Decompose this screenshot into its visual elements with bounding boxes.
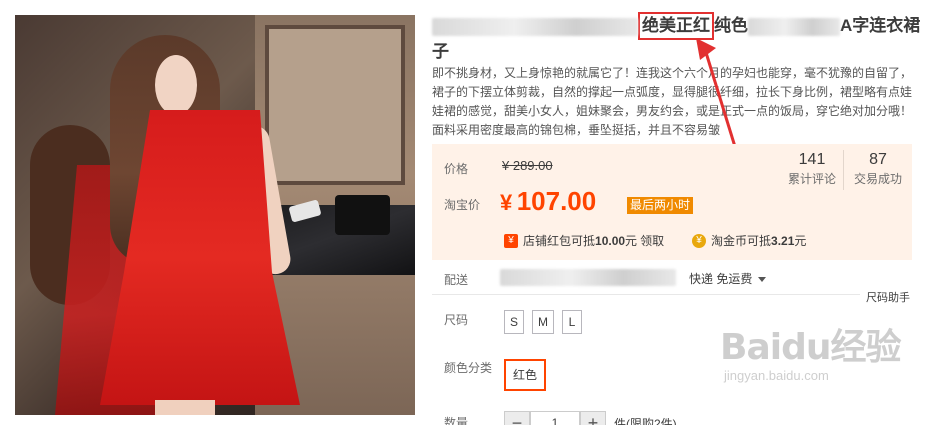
- color-option-red[interactable]: 红色: [504, 359, 546, 391]
- deals-stat: 87 交易成功: [848, 150, 908, 187]
- shop-coupon-text: 店铺红包可抵: [523, 234, 596, 248]
- red-envelope-icon: ¥: [504, 233, 518, 248]
- shipping-label: 配送: [444, 273, 469, 287]
- caret-down-icon: [758, 277, 767, 283]
- divider: [432, 294, 860, 295]
- baidu-jingyan-watermark: Baidu经验 jingyan.baidu.com: [720, 318, 920, 398]
- blurred-title-prefix: [432, 17, 638, 36]
- deals-count: 87: [869, 151, 887, 168]
- promo-tag: 最后两小时: [627, 197, 694, 214]
- original-price: ¥ 289.00: [502, 158, 553, 173]
- size-option-m[interactable]: M: [532, 310, 554, 334]
- gold-coin-icon: ¥: [692, 233, 706, 248]
- size-label: 尺码: [444, 313, 469, 327]
- size-option-l[interactable]: L: [562, 310, 582, 334]
- quantity-decrease-button[interactable]: −: [504, 411, 530, 425]
- watermark-url: jingyan.baidu.com: [724, 368, 829, 383]
- title-suffix: A字连衣裙: [840, 16, 921, 35]
- shop-coupon-amount: 10.00: [595, 233, 626, 248]
- coin-discount-text: 淘金币可抵: [711, 234, 772, 248]
- shop-coupon[interactable]: ¥ 店铺红包可抵 10.00 元 领取: [504, 232, 664, 249]
- price-label: 价格: [444, 162, 469, 176]
- size-option-s[interactable]: S: [504, 310, 524, 334]
- price-value: 107.00: [516, 186, 597, 216]
- size-helper-link[interactable]: 尺码助手: [866, 289, 910, 305]
- quantity-label: 数量: [444, 416, 469, 425]
- shipping-method-text: 快递 免运费: [689, 272, 753, 286]
- title-color-word: 纯色: [714, 16, 748, 35]
- reviews-stat[interactable]: 141 累计评论: [784, 150, 840, 187]
- product-title: 绝美正红 纯色 A字连衣裙 子: [432, 12, 922, 64]
- title-second-line: 子: [432, 42, 449, 61]
- quantity-limit-note: 件(限购2件): [614, 417, 677, 425]
- current-price: ¥ 107.00: [500, 186, 596, 217]
- deals-label: 交易成功: [853, 172, 902, 186]
- taobao-price-label: 淘宝价: [444, 198, 481, 212]
- shop-coupon-claim-link[interactable]: 领取: [640, 232, 664, 249]
- reviews-count: 141: [798, 151, 826, 168]
- product-description: 即不挑身材，又上身惊艳的就属它了！连我这个六个月的孕妇也能穿，毫不犹豫的自留了，…: [432, 66, 913, 137]
- photo-handbag: [335, 195, 390, 235]
- quantity-increase-button[interactable]: +: [580, 411, 606, 425]
- photo-model-face: [155, 55, 197, 115]
- shipping-method-dropdown[interactable]: 快递 免运费: [689, 270, 767, 287]
- blurred-shipping-origin: [500, 269, 676, 286]
- shop-coupon-unit: 元: [625, 234, 638, 248]
- watermark-brand: Baidu经验: [720, 327, 901, 368]
- stats-divider: [843, 150, 844, 190]
- blurred-title-middle: [748, 17, 840, 36]
- coin-discount[interactable]: ¥ 淘金币可抵 3.21 元: [692, 232, 806, 249]
- photo-mirror: [265, 25, 405, 185]
- color-label: 颜色分类: [444, 361, 493, 375]
- coin-discount-unit: 元: [794, 234, 807, 248]
- coin-discount-amount: 3.21: [771, 233, 795, 248]
- annotation-arrow-icon: [696, 38, 738, 151]
- photo-model-legs: [155, 400, 215, 415]
- price-currency: ¥: [500, 190, 513, 215]
- product-main-image[interactable]: [15, 15, 415, 415]
- quantity-input[interactable]: 1: [530, 411, 580, 425]
- reviews-label: 累计评论: [787, 172, 836, 186]
